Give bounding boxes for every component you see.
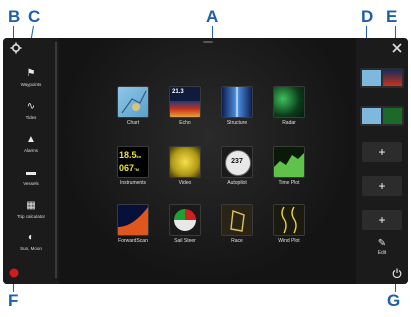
gear-icon — [10, 42, 22, 54]
close-button[interactable] — [390, 41, 404, 55]
sidebar-item-label: Waypoints — [20, 82, 42, 87]
flag-icon: ⚑ — [26, 68, 36, 79]
app-tile-echo[interactable]: 21.3 Echo — [167, 86, 203, 128]
bell-icon: ▲ — [26, 134, 36, 145]
favorites-bar: + + + ✎ Edit — [356, 38, 408, 284]
vessel-icon: ▬ — [26, 167, 36, 178]
sidebar-item-tides[interactable]: ∿ Tides — [3, 101, 59, 120]
app-tile-forwardscan[interactable]: ForwardScan — [115, 204, 151, 246]
sidebar-item-waypoints[interactable]: ⚑ Waypoints — [3, 68, 59, 87]
callout-g: G — [387, 291, 401, 310]
favorite-page-1[interactable] — [360, 68, 404, 88]
time-plot-app-icon — [273, 146, 305, 178]
app-tile-chart[interactable]: Chart — [115, 86, 151, 128]
power-icon — [392, 268, 402, 279]
tide-wave-icon: ∿ — [26, 101, 36, 112]
autopilot-app-icon: 237 — [221, 146, 253, 178]
sidebar-item-label: Sun, Moon — [20, 246, 42, 251]
structure-app-icon — [221, 86, 253, 118]
add-page-button-3[interactable]: + — [362, 210, 402, 230]
sidebar-item-sun-moon[interactable]: ◐ Sun, Moon — [3, 232, 59, 251]
callout-a: A — [206, 7, 219, 26]
callout-c: C — [28, 7, 41, 26]
app-tile-time-plot[interactable]: Time Plot — [271, 146, 307, 188]
mob-button[interactable] — [7, 266, 21, 280]
app-tile-instruments[interactable]: 18.5kn 067°M Instruments — [115, 146, 151, 188]
video-app-icon — [169, 146, 201, 178]
favorite-thumb-radar — [383, 108, 402, 124]
app-label-video: Video — [178, 180, 192, 186]
app-label-time-plot: Time Plot — [278, 180, 300, 186]
sidebar-item-trip-calculator[interactable]: ▦ Trip calculator — [3, 200, 59, 219]
app-tile-video[interactable]: Video — [167, 146, 203, 188]
echo-app-icon: 21.3 — [169, 86, 201, 118]
wind-plot-app-icon — [273, 204, 305, 236]
app-label-autopilot: Autopilot — [227, 180, 247, 186]
moon-icon: ◐ — [27, 232, 35, 243]
app-tile-wind-plot[interactable]: Wind Plot — [271, 204, 307, 246]
power-button[interactable] — [390, 266, 404, 280]
callout-b: B — [8, 7, 21, 26]
app-tile-radar[interactable]: Radar — [271, 86, 307, 128]
edit-label: Edit — [377, 250, 387, 256]
sidebar-item-label: Tides — [25, 115, 37, 120]
tools-sidebar: ⚑ Waypoints ∿ Tides ▲ Alarms ▬ Vessels ▦… — [3, 38, 59, 284]
callout-e: E — [386, 7, 398, 26]
favorite-page-2[interactable] — [360, 106, 404, 126]
settings-button[interactable] — [7, 41, 25, 55]
instruments-app-icon: 18.5kn 067°M — [117, 146, 149, 178]
callout-f: F — [8, 291, 19, 310]
app-label-instruments: Instruments — [119, 180, 147, 186]
instruments-heading-unit: °M — [134, 167, 139, 172]
app-label-race: Race — [231, 238, 243, 244]
favorite-thumb-chart — [362, 108, 381, 124]
add-page-button-2[interactable]: + — [362, 176, 402, 196]
man-overboard-icon — [9, 268, 19, 278]
radar-app-icon — [273, 86, 305, 118]
sail-steer-app-icon — [169, 204, 201, 236]
app-label-echo: Echo — [179, 120, 191, 126]
race-app-icon — [221, 204, 253, 236]
app-tile-autopilot[interactable]: 237 Autopilot — [219, 146, 255, 188]
app-label-structure: Structure — [226, 120, 248, 126]
callout-d: D — [361, 7, 374, 26]
app-tile-sail-steer[interactable]: Sail Steer — [167, 204, 203, 246]
forwardscan-app-icon — [117, 204, 149, 236]
app-grid: Chart 21.3 Echo Structure Radar 18.5kn 0… — [59, 38, 356, 284]
app-label-wind-plot: Wind Plot — [278, 238, 300, 244]
add-page-button-1[interactable]: + — [362, 142, 402, 162]
instruments-heading-value: 067 — [119, 163, 135, 173]
sidebar-item-alarms[interactable]: ▲ Alarms — [3, 134, 59, 153]
sidebar-item-label: Alarms — [23, 148, 38, 153]
close-icon — [392, 43, 402, 53]
instruments-speed-unit: kn — [136, 154, 142, 159]
page-indicator — [203, 41, 213, 43]
echo-depth-readout: 21.3 — [172, 89, 184, 95]
sidebar-item-label: Vessels — [23, 181, 39, 186]
calculator-icon: ▦ — [26, 200, 36, 211]
instruments-speed-value: 18.5 — [119, 150, 137, 160]
display-screen: ⚑ Waypoints ∿ Tides ▲ Alarms ▬ Vessels ▦… — [3, 38, 408, 284]
sidebar-item-label: Trip calculator — [16, 214, 46, 219]
pencil-icon: ✎ — [377, 238, 387, 249]
app-tile-race[interactable]: Race — [219, 204, 255, 246]
app-tile-structure[interactable]: Structure — [219, 86, 255, 128]
app-label-sail-steer: Sail Steer — [174, 238, 196, 244]
chart-app-icon — [117, 86, 149, 118]
app-label-chart: Chart — [126, 120, 140, 126]
autopilot-heading-readout: 237 — [231, 158, 243, 165]
edit-button[interactable]: ✎ Edit — [362, 238, 402, 262]
sidebar-item-vessels[interactable]: ▬ Vessels — [3, 167, 59, 186]
favorite-thumb-echo — [383, 70, 402, 86]
app-label-radar: Radar — [282, 120, 296, 126]
favorite-thumb-chart — [362, 70, 381, 86]
app-label-forwardscan: ForwardScan — [118, 238, 148, 244]
